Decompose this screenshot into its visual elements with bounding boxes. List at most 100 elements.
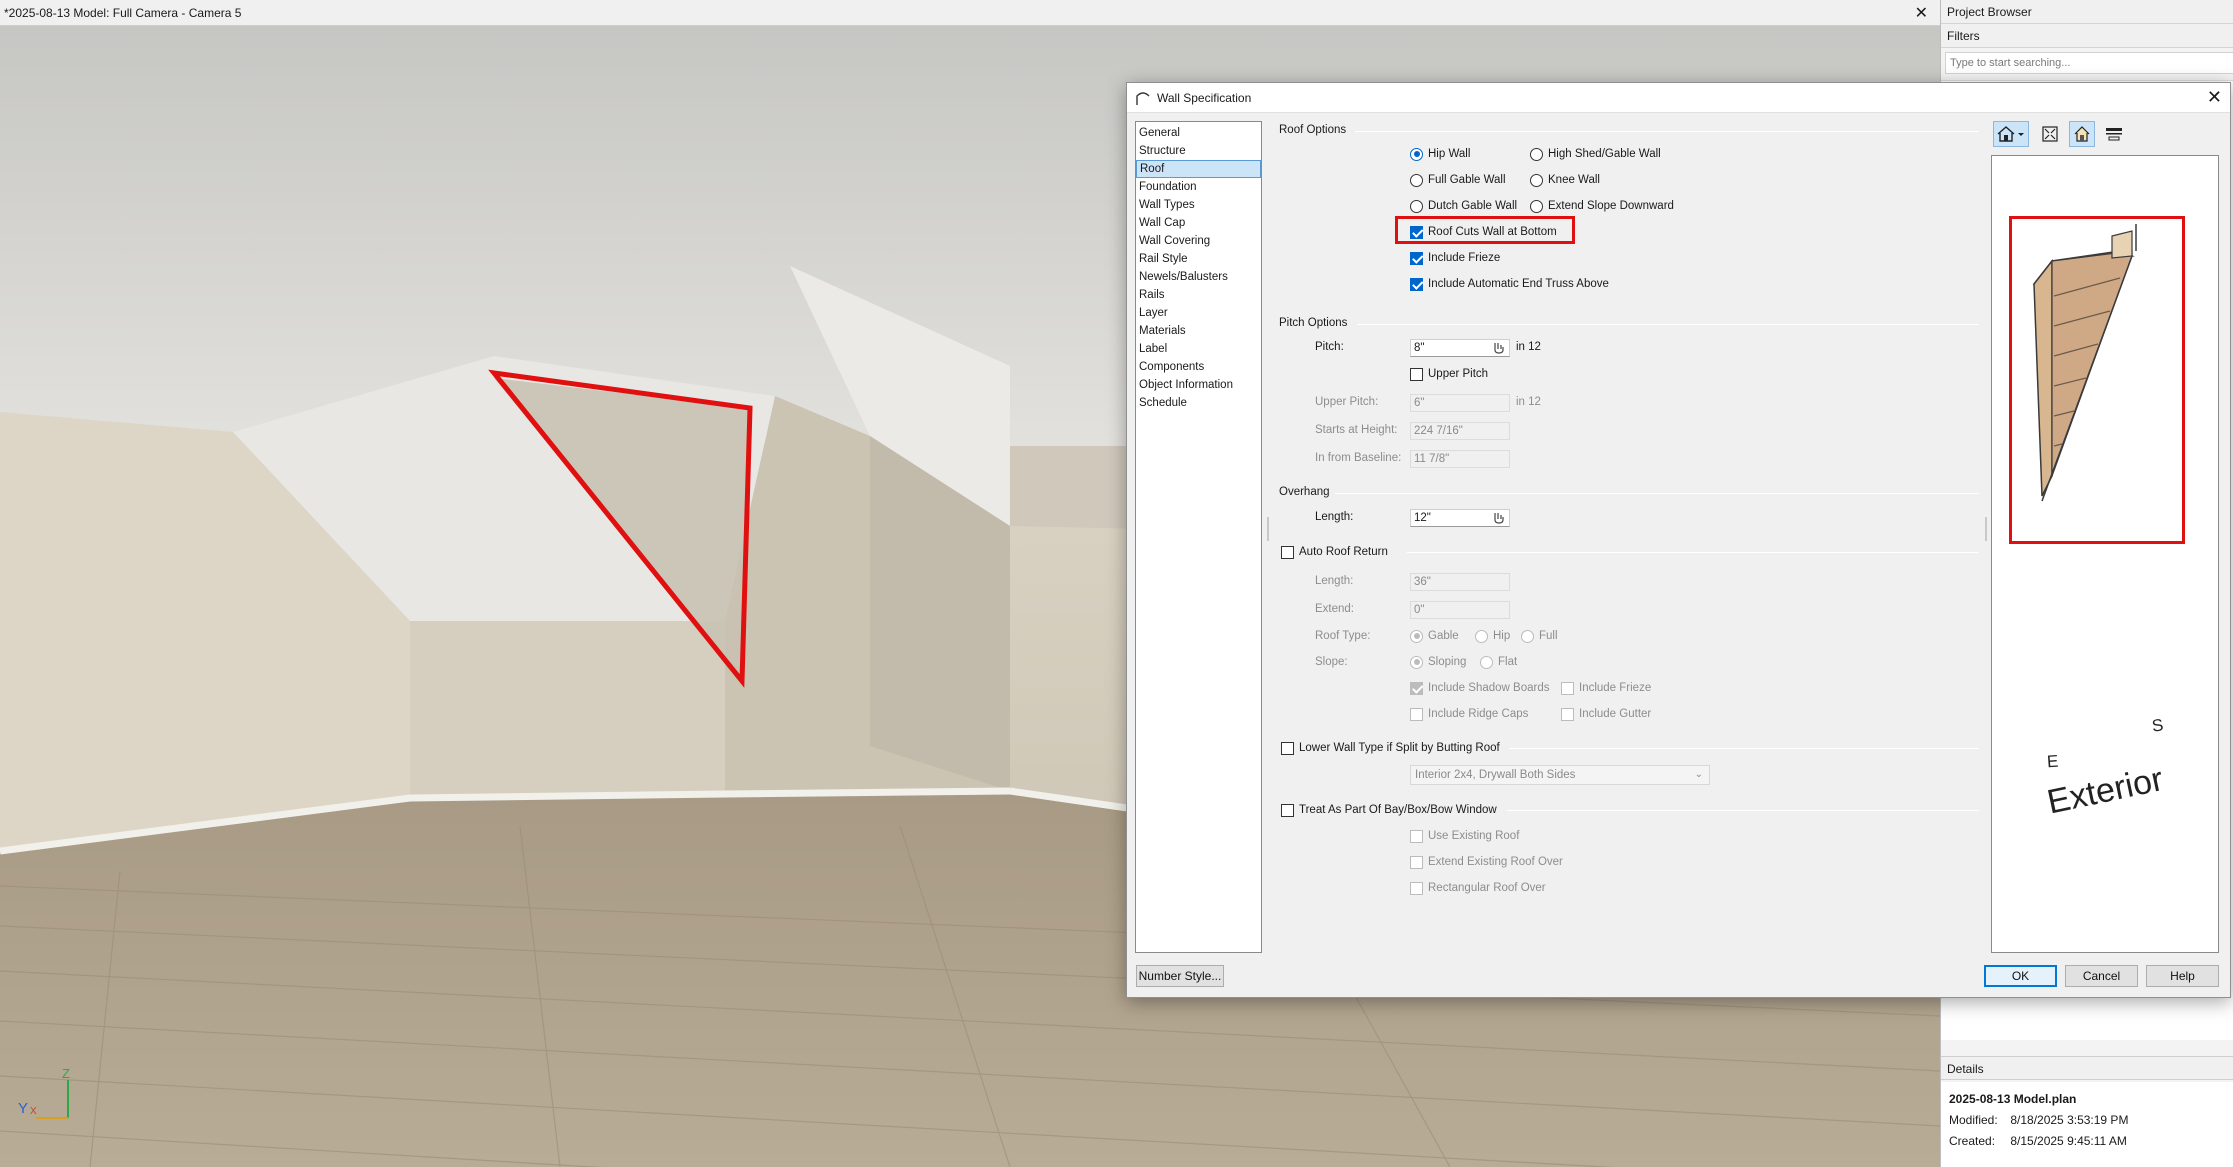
nav-item-materials[interactable]: Materials: [1136, 322, 1261, 340]
full-radio-dot[interactable]: [1521, 629, 1534, 643]
extend-existing-roof-check-icon[interactable]: [1410, 855, 1423, 869]
upper-pitch-check-icon[interactable]: [1410, 367, 1423, 381]
include-shadow-boards-checkbox[interactable]: Include Shadow Boards: [1410, 680, 1549, 696]
in-from-baseline-input[interactable]: 11 7/8": [1410, 450, 1510, 468]
roof-cuts-wall-checkbox[interactable]: Roof Cuts Wall at Bottom: [1410, 224, 1557, 240]
help-button[interactable]: Help: [2146, 965, 2219, 987]
flat-radio-dot[interactable]: [1480, 655, 1493, 669]
roof-type-full-radio[interactable]: Full: [1521, 628, 1558, 644]
nav-item-schedule[interactable]: Schedule: [1136, 394, 1261, 412]
knee-wall-radio-dot[interactable]: [1530, 173, 1543, 187]
left-splitter-handle[interactable]: [1267, 517, 1269, 541]
slope-flat-radio[interactable]: Flat: [1480, 654, 1517, 670]
include-frieze-checkbox[interactable]: Include Frieze: [1410, 250, 1500, 266]
auto-roof-return-check-icon[interactable]: [1281, 545, 1294, 559]
include-gutter-checkbox[interactable]: Include Gutter: [1561, 706, 1651, 722]
extend-slope-downward-radio[interactable]: Extend Slope Downward: [1530, 198, 1674, 214]
return-frieze-check-icon[interactable]: [1561, 681, 1574, 695]
nav-item-components[interactable]: Components: [1136, 358, 1261, 376]
right-splitter-handle[interactable]: [1985, 517, 1987, 541]
auto-roof-return-checkbox[interactable]: Auto Roof Return: [1281, 544, 1388, 560]
lower-wall-type-checkbox[interactable]: Lower Wall Type if Split by Butting Roof: [1281, 740, 1500, 756]
upper-pitch-checkbox[interactable]: Upper Pitch: [1410, 366, 1488, 382]
starts-at-height-input[interactable]: 224 7/16": [1410, 422, 1510, 440]
rectangular-roof-check-icon[interactable]: [1410, 881, 1423, 895]
bay-window-checkbox[interactable]: Treat As Part Of Bay/Box/Bow Window: [1281, 802, 1497, 818]
calculator-icon[interactable]: [1492, 511, 1506, 525]
nav-item-wall-cap[interactable]: Wall Cap: [1136, 214, 1261, 232]
nav-item-rail-style[interactable]: Rail Style: [1136, 250, 1261, 268]
overhang-length-label: Length:: [1315, 511, 1354, 523]
nav-item-foundation[interactable]: Foundation: [1136, 178, 1261, 196]
gutter-check-icon[interactable]: [1561, 707, 1574, 721]
dutch-gable-radio-dot[interactable]: [1410, 199, 1423, 213]
full-gable-wall-radio[interactable]: Full Gable Wall: [1410, 172, 1506, 188]
return-length-label: Length:: [1315, 575, 1354, 587]
overhang-length-input[interactable]: 12": [1410, 509, 1510, 527]
bay-window-check-icon[interactable]: [1281, 803, 1294, 817]
nav-item-newels-balusters[interactable]: Newels/Balusters: [1136, 268, 1261, 286]
ridge-caps-check-icon[interactable]: [1410, 707, 1423, 721]
cancel-button[interactable]: Cancel: [2065, 965, 2138, 987]
nav-item-wall-covering[interactable]: Wall Covering: [1136, 232, 1261, 250]
calculator-icon[interactable]: [1492, 341, 1506, 355]
return-length-input[interactable]: 36": [1410, 573, 1510, 591]
roof-cuts-check-icon[interactable]: [1410, 225, 1423, 239]
return-extend-label: Extend:: [1315, 603, 1354, 615]
nav-item-layer[interactable]: Layer: [1136, 304, 1261, 322]
sloping-radio-dot[interactable]: [1410, 655, 1423, 669]
roof-type-gable-radio[interactable]: Gable: [1410, 628, 1459, 644]
return-extend-input[interactable]: 0": [1410, 601, 1510, 619]
pitch-input[interactable]: 8": [1410, 339, 1510, 357]
high-shed-gable-wall-radio[interactable]: High Shed/Gable Wall: [1530, 146, 1661, 162]
nav-item-object-information[interactable]: Object Information: [1136, 376, 1261, 394]
gable-radio-dot[interactable]: [1410, 629, 1423, 643]
include-end-truss-checkbox[interactable]: Include Automatic End Truss Above: [1410, 276, 1609, 292]
nav-item-structure[interactable]: Structure: [1136, 142, 1261, 160]
use-existing-roof-check-icon[interactable]: [1410, 829, 1423, 843]
dialog-titlebar[interactable]: Wall Specification ✕: [1127, 83, 2230, 113]
dialog-close-icon[interactable]: ✕: [2207, 87, 2222, 107]
roof-options-label: Roof Options: [1279, 124, 1347, 136]
rectangular-roof-over-checkbox[interactable]: Rectangular Roof Over: [1410, 880, 1546, 896]
nav-item-general[interactable]: General: [1136, 124, 1261, 142]
high-shed-radio-dot[interactable]: [1530, 147, 1543, 161]
nav-item-label[interactable]: Label: [1136, 340, 1261, 358]
roof-type-hip-radio[interactable]: Hip: [1475, 628, 1510, 644]
hip-wall-radio[interactable]: Hip Wall: [1410, 146, 1470, 162]
extend-existing-roof-checkbox[interactable]: Extend Existing Roof Over: [1410, 854, 1563, 870]
render-house-icon: [2074, 126, 2090, 142]
include-end-truss-check-icon[interactable]: [1410, 277, 1423, 291]
return-include-frieze-checkbox[interactable]: Include Frieze: [1561, 680, 1651, 696]
dutch-gable-wall-radio[interactable]: Dutch Gable Wall: [1410, 198, 1517, 214]
camera-close-icon[interactable]: ✕: [1915, 3, 1928, 23]
render-mode-button[interactable]: [2069, 121, 2095, 147]
shadow-boards-check-icon[interactable]: [1410, 681, 1423, 695]
hip-radio-dot[interactable]: [1475, 629, 1488, 643]
slope-sloping-radio[interactable]: Sloping: [1410, 654, 1466, 670]
project-search-input[interactable]: [1945, 52, 2233, 74]
include-ridge-caps-checkbox[interactable]: Include Ridge Caps: [1410, 706, 1528, 722]
nav-item-wall-types[interactable]: Wall Types: [1136, 196, 1261, 214]
filters-label[interactable]: Filters: [1941, 24, 2233, 48]
include-frieze-check-icon[interactable]: [1410, 251, 1423, 265]
details-file-name: 2025-08-13 Model.plan: [1949, 1092, 2077, 1106]
preview-pane[interactable]: E S Exterior: [1991, 155, 2219, 953]
extend-slope-radio-dot[interactable]: [1530, 199, 1543, 213]
view-mode-dropdown[interactable]: [1993, 121, 2029, 147]
use-existing-roof-checkbox[interactable]: Use Existing Roof: [1410, 828, 1519, 844]
upper-pitch-input[interactable]: 6": [1410, 394, 1510, 412]
layer-settings-button[interactable]: [2101, 121, 2127, 147]
full-gable-radio-dot[interactable]: [1410, 173, 1423, 187]
in-from-baseline-value: 11 7/8": [1414, 453, 1450, 465]
bay-window-label: Treat As Part Of Bay/Box/Bow Window: [1299, 804, 1497, 816]
fill-window-button[interactable]: [2037, 121, 2063, 147]
number-style-button[interactable]: Number Style...: [1136, 965, 1224, 987]
lower-wall-type-check-icon[interactable]: [1281, 741, 1294, 755]
lower-wall-type-select[interactable]: Interior 2x4, Drywall Both Sides ⌄: [1410, 765, 1710, 785]
knee-wall-radio[interactable]: Knee Wall: [1530, 172, 1600, 188]
nav-item-rails[interactable]: Rails: [1136, 286, 1261, 304]
hip-wall-radio-dot[interactable]: [1410, 147, 1423, 161]
ok-button[interactable]: OK: [1984, 965, 2057, 987]
nav-item-roof[interactable]: Roof: [1136, 160, 1261, 178]
